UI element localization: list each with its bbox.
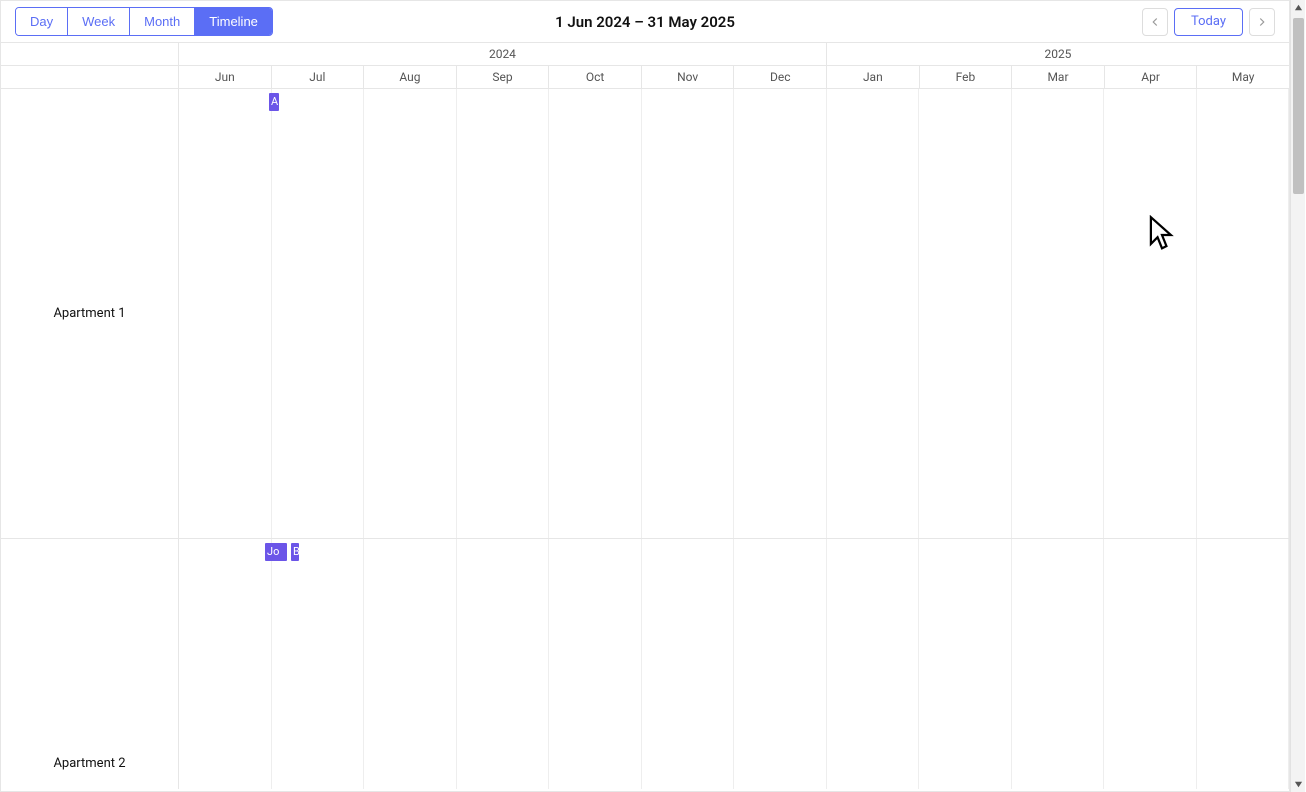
timeline-cell[interactable]	[1012, 89, 1105, 538]
timeline-body: Apartment 1 A Apartment 2 JoB	[1, 89, 1289, 789]
month-header: Aug	[364, 66, 457, 88]
timeline-cell[interactable]	[734, 539, 827, 789]
timeline-cell[interactable]	[642, 539, 735, 789]
timeline-cell[interactable]	[642, 89, 735, 538]
view-timeline-button[interactable]: Timeline	[195, 8, 272, 35]
month-header: Nov	[642, 66, 735, 88]
month-header: Jul	[272, 66, 365, 88]
chevron-left-icon	[1148, 15, 1162, 29]
month-header: Jun	[179, 66, 272, 88]
timeline-lane[interactable]: JoB	[179, 539, 1289, 789]
timeline-event[interactable]: A	[269, 93, 279, 111]
scroll-thumb[interactable]	[1293, 18, 1304, 194]
resource-row: Apartment 2 JoB	[1, 539, 1289, 789]
year-header: 2024	[179, 43, 827, 65]
vertical-scrollbar[interactable]	[1290, 0, 1305, 792]
timeline-cell[interactable]	[179, 539, 272, 789]
resource-row: Apartment 1 A	[1, 89, 1289, 539]
today-button[interactable]: Today	[1174, 8, 1243, 36]
view-day-button[interactable]: Day	[16, 8, 68, 35]
timeline-cell[interactable]	[272, 89, 365, 538]
scroll-down-arrow-icon[interactable]	[1291, 777, 1305, 792]
timeline-cell[interactable]	[1197, 89, 1290, 538]
month-header: Feb	[920, 66, 1013, 88]
timeline-cell[interactable]	[827, 539, 920, 789]
timeline-cell[interactable]	[549, 539, 642, 789]
year-header: 2025	[827, 43, 1289, 65]
prev-button[interactable]	[1142, 8, 1168, 36]
month-header: May	[1197, 66, 1289, 88]
month-header: Jan	[827, 66, 920, 88]
timeline-cell[interactable]	[919, 539, 1012, 789]
timeline-cell[interactable]	[734, 89, 827, 538]
month-header: Apr	[1105, 66, 1198, 88]
resource-label: Apartment 2	[1, 539, 179, 789]
toolbar-nav: Today	[1142, 8, 1275, 36]
resource-label: Apartment 1	[1, 89, 179, 538]
months-container: JunJulAugSepOctNovDecJanFebMarAprMay	[179, 66, 1289, 88]
timeline-cell[interactable]	[1104, 539, 1197, 789]
scroll-up-arrow-icon[interactable]	[1291, 0, 1305, 15]
view-week-button[interactable]: Week	[68, 8, 130, 35]
timeline-cell[interactable]	[457, 89, 550, 538]
timeline-calendar: Day Week Month Timeline 1 Jun 2024 – 31 …	[0, 0, 1290, 792]
timeline-cell[interactable]	[364, 539, 457, 789]
month-row: JunJulAugSepOctNovDecJanFebMarAprMay	[1, 66, 1289, 89]
timeline-event[interactable]: B	[291, 543, 299, 561]
years-container: 20242025	[179, 43, 1289, 65]
view-month-button[interactable]: Month	[130, 8, 195, 35]
month-header: Sep	[457, 66, 550, 88]
timeline-cell[interactable]	[1197, 539, 1290, 789]
timeline-lane[interactable]: A	[179, 89, 1289, 538]
toolbar: Day Week Month Timeline 1 Jun 2024 – 31 …	[1, 1, 1289, 43]
resource-header-spacer	[1, 66, 179, 88]
timeline-cell[interactable]	[457, 539, 550, 789]
next-button[interactable]	[1249, 8, 1275, 36]
month-header: Dec	[734, 66, 827, 88]
timeline-cell[interactable]	[272, 539, 365, 789]
timeline-cell[interactable]	[1104, 89, 1197, 538]
timeline-event[interactable]: Jo	[265, 543, 287, 561]
timeline-cell[interactable]	[1012, 539, 1105, 789]
timeline-cell[interactable]	[364, 89, 457, 538]
chevron-right-icon	[1255, 15, 1269, 29]
month-header: Mar	[1012, 66, 1105, 88]
view-switch: Day Week Month Timeline	[15, 7, 273, 36]
timeline-cell[interactable]	[919, 89, 1012, 538]
timeline-header: 20242025 JunJulAugSepOctNovDecJanFebMarA…	[1, 43, 1289, 89]
date-range-title: 1 Jun 2024 – 31 May 2025	[555, 13, 735, 31]
timeline-cell[interactable]	[179, 89, 272, 538]
resource-header-spacer	[1, 43, 179, 65]
timeline-cell[interactable]	[827, 89, 920, 538]
year-row: 20242025	[1, 43, 1289, 66]
timeline-cell[interactable]	[549, 89, 642, 538]
month-header: Oct	[549, 66, 642, 88]
